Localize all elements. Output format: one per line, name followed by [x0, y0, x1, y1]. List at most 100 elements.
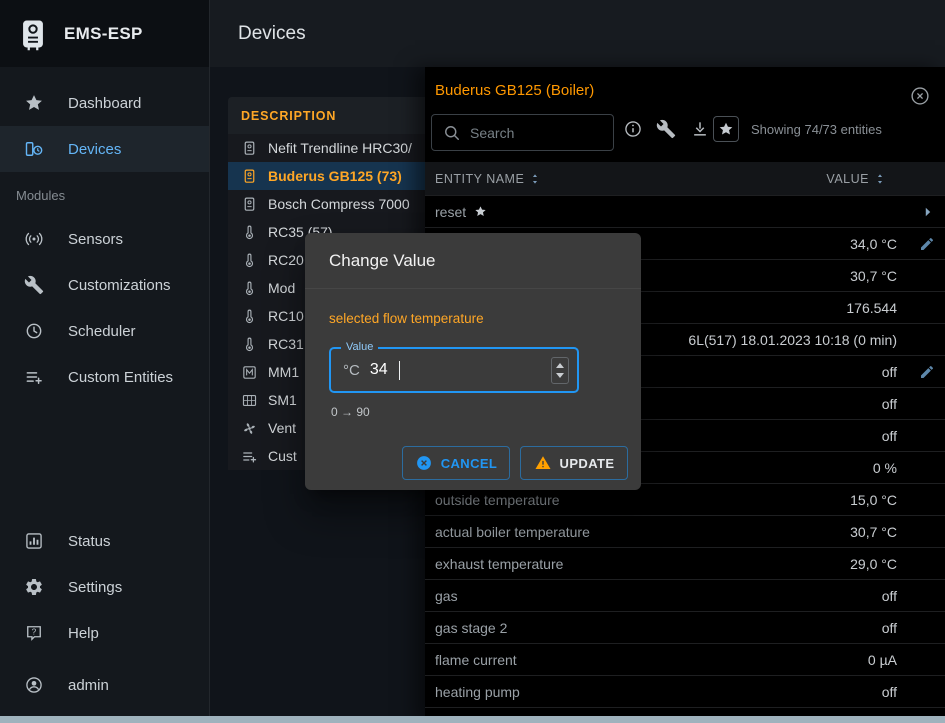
app-logo-boiler-icon [16, 17, 50, 51]
entity-value: 30,7 °C [850, 268, 897, 284]
clock-icon [24, 321, 44, 341]
mixer-module-icon [241, 364, 258, 381]
entity-row[interactable]: reset [425, 196, 945, 228]
close-icon[interactable] [909, 85, 931, 107]
sidebar-item-customizations[interactable]: Customizations [0, 262, 209, 308]
wrench-icon [24, 275, 44, 295]
sidebar-item-help[interactable]: Help [0, 610, 209, 656]
entities-count-text: Showing 74/73 entities [751, 122, 882, 137]
favorites-toggle-button[interactable] [713, 116, 739, 142]
sidebar-item-devices[interactable]: Devices [0, 126, 209, 172]
search-input[interactable] [470, 125, 605, 141]
sidebar-item-scheduler[interactable]: Scheduler [0, 308, 209, 354]
sort-icon [873, 172, 887, 186]
devices-icon [24, 139, 44, 159]
ventilation-fan-icon [241, 420, 258, 437]
cancel-button[interactable]: CANCEL [402, 446, 510, 480]
device-label: MM1 [268, 364, 299, 380]
download-icon[interactable] [690, 119, 710, 139]
stepper-up-icon[interactable] [556, 363, 564, 368]
sort-icon [528, 172, 542, 186]
horizontal-scrollbar[interactable] [0, 716, 945, 723]
sidebar-item-dashboard[interactable]: Dashboard [0, 80, 209, 126]
sidebar-header: EMS-ESP [0, 0, 209, 67]
value-unit: °C [343, 362, 360, 379]
sidebar-item-admin[interactable]: admin [0, 662, 209, 708]
entity-row: heating pump off [425, 676, 945, 708]
device-label: Vent [268, 420, 296, 436]
sidebar-item-label: admin [68, 677, 109, 694]
list-plus-icon [24, 367, 44, 387]
device-label: Nefit Trendline HRC30/ [268, 140, 412, 156]
device-label: Bosch Compress 7000 [268, 196, 410, 212]
entities-table-header: ENTITY NAME VALUE [425, 162, 945, 196]
value-stepper[interactable] [551, 357, 569, 384]
ems-esp-app: Devices EMS-ESP Dashboard Devices Module… [0, 0, 945, 723]
value-text: 34 [370, 361, 388, 379]
thermostat-icon [241, 336, 258, 353]
sidebar-item-custom-entities[interactable]: Custom Entities [0, 354, 209, 400]
star-icon [718, 121, 734, 137]
bar-chart-icon [24, 531, 44, 551]
cancel-button-label: CANCEL [441, 456, 498, 471]
dialog-titlebar: Change Value [305, 233, 641, 289]
sidebar-item-label: Devices [68, 141, 121, 158]
sidebar-item-label: Help [68, 625, 99, 642]
sidebar-modules-nav: Sensors Customizations Scheduler Custom … [0, 216, 209, 400]
sidebar-item-label: Customizations [68, 277, 171, 294]
sidebar-item-status[interactable]: Status [0, 518, 209, 564]
device-label: RC20 [268, 252, 304, 268]
boiler-icon [241, 196, 258, 213]
update-button[interactable]: UPDATE [520, 446, 628, 480]
column-header-name: ENTITY NAME [435, 172, 524, 186]
value-input[interactable]: Value °C 34 [329, 347, 579, 393]
entity-row: flame current 0 µA [425, 644, 945, 676]
entity-name: gas [435, 588, 458, 604]
thermostat-icon [241, 224, 258, 241]
entity-value: 34,0 °C [850, 236, 897, 252]
value-range-hint: 0 → 90 [331, 405, 370, 419]
value-input-label: Value [341, 341, 378, 353]
device-label: Cust [268, 448, 297, 464]
sort-by-value[interactable]: VALUE [826, 172, 887, 186]
dialog-entity-name: selected flow temperature [329, 311, 484, 326]
entity-name: flame current [435, 652, 517, 668]
device-label: RC31 [268, 336, 304, 352]
sidebar-item-label: Status [68, 533, 111, 550]
sidebar-item-label: Custom Entities [68, 369, 173, 386]
search-box[interactable] [431, 114, 614, 151]
entity-name: reset [435, 204, 466, 220]
stepper-down-icon[interactable] [556, 373, 564, 378]
update-button-label: UPDATE [560, 456, 615, 471]
app-title: EMS-ESP [64, 24, 143, 44]
tools-icon[interactable] [656, 119, 676, 139]
entity-value: 15,0 °C [850, 492, 897, 508]
solar-module-icon [241, 392, 258, 409]
thermostat-icon [241, 252, 258, 269]
sort-by-name[interactable]: ENTITY NAME [435, 172, 542, 186]
entity-row: gas off [425, 580, 945, 612]
boiler-icon [241, 168, 258, 185]
edit-pencil-icon[interactable] [919, 236, 935, 252]
sidebar-item-sensors[interactable]: Sensors [0, 216, 209, 262]
entity-value: off [882, 428, 897, 444]
sidebar-nav: Dashboard Devices [0, 80, 209, 172]
modules-section-label: Modules [16, 182, 65, 208]
custom-entities-icon [241, 448, 258, 465]
sidebar-item-label: Dashboard [68, 95, 141, 112]
sidebar-item-settings[interactable]: Settings [0, 564, 209, 610]
entity-value: 30,7 °C [850, 524, 897, 540]
entity-value: off [882, 588, 897, 604]
dialog-title: Change Value [329, 251, 436, 271]
entity-row: exhaust temperature 29,0 °C [425, 548, 945, 580]
info-icon[interactable] [623, 119, 643, 139]
page-title: Devices [238, 23, 306, 45]
topbar: Devices [210, 0, 945, 67]
entity-value: 0 µA [868, 652, 897, 668]
edit-pencil-icon[interactable] [919, 364, 935, 380]
cancel-circle-icon [415, 454, 433, 472]
gear-icon [24, 577, 44, 597]
device-label: Mod [268, 280, 295, 296]
sidebar-item-label: Settings [68, 579, 122, 596]
text-cursor [399, 361, 401, 380]
